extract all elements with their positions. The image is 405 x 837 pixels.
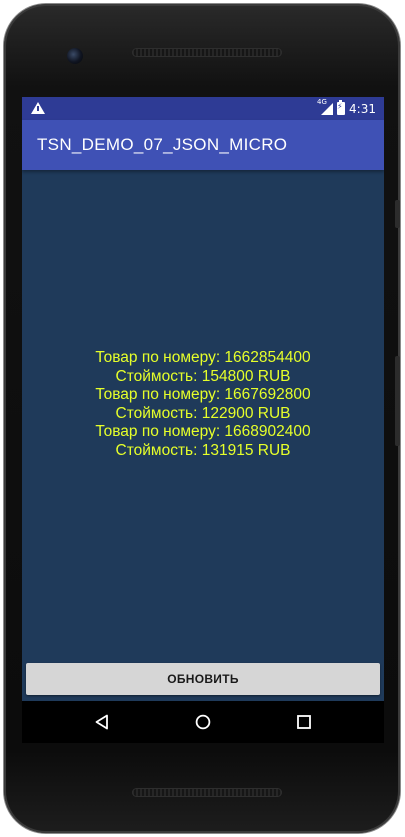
home-icon[interactable] [195, 714, 211, 730]
power-button [395, 356, 400, 446]
network-type-label: 4G [317, 98, 327, 106]
recent-apps-icon[interactable] [297, 715, 311, 729]
status-bar: 4G 4:31 [22, 97, 384, 120]
result-text: Товар по номеру: 1662854400 Стоймость: 1… [22, 349, 384, 461]
app-title: TSN_DEMO_07_JSON_MICRO [37, 135, 288, 154]
price-line: Стоймость: 131915 RUB [115, 441, 291, 459]
signal-icon: 4G [317, 98, 334, 115]
status-icons: 4G 4:31 [317, 98, 376, 117]
product-number-line: Товар по номеру: 1668902400 [95, 423, 311, 441]
price-line: Стоймость: 154800 RUB [115, 367, 291, 385]
price-line: Стоймость: 122900 RUB [115, 404, 291, 422]
battery-charging-icon [337, 100, 346, 115]
refresh-button[interactable]: ОБНОВИТЬ [26, 663, 380, 695]
warning-icon [31, 102, 45, 114]
product-number-line: Товар по номеру: 1667692800 [95, 386, 311, 404]
earpiece-speaker [132, 48, 282, 57]
front-camera-icon [67, 48, 83, 64]
navigation-bar [22, 701, 384, 743]
back-icon[interactable] [94, 714, 110, 730]
app-bar: TSN_DEMO_07_JSON_MICRO [22, 120, 384, 170]
volume-button [395, 200, 400, 228]
screen: 4G 4:31 TSN_DEMO_07_JSON_MICRO Товар по … [22, 97, 384, 701]
bottom-speaker [132, 788, 282, 797]
status-time: 4:31 [349, 101, 376, 116]
product-number-line: Товар по номеру: 1662854400 [95, 349, 311, 366]
